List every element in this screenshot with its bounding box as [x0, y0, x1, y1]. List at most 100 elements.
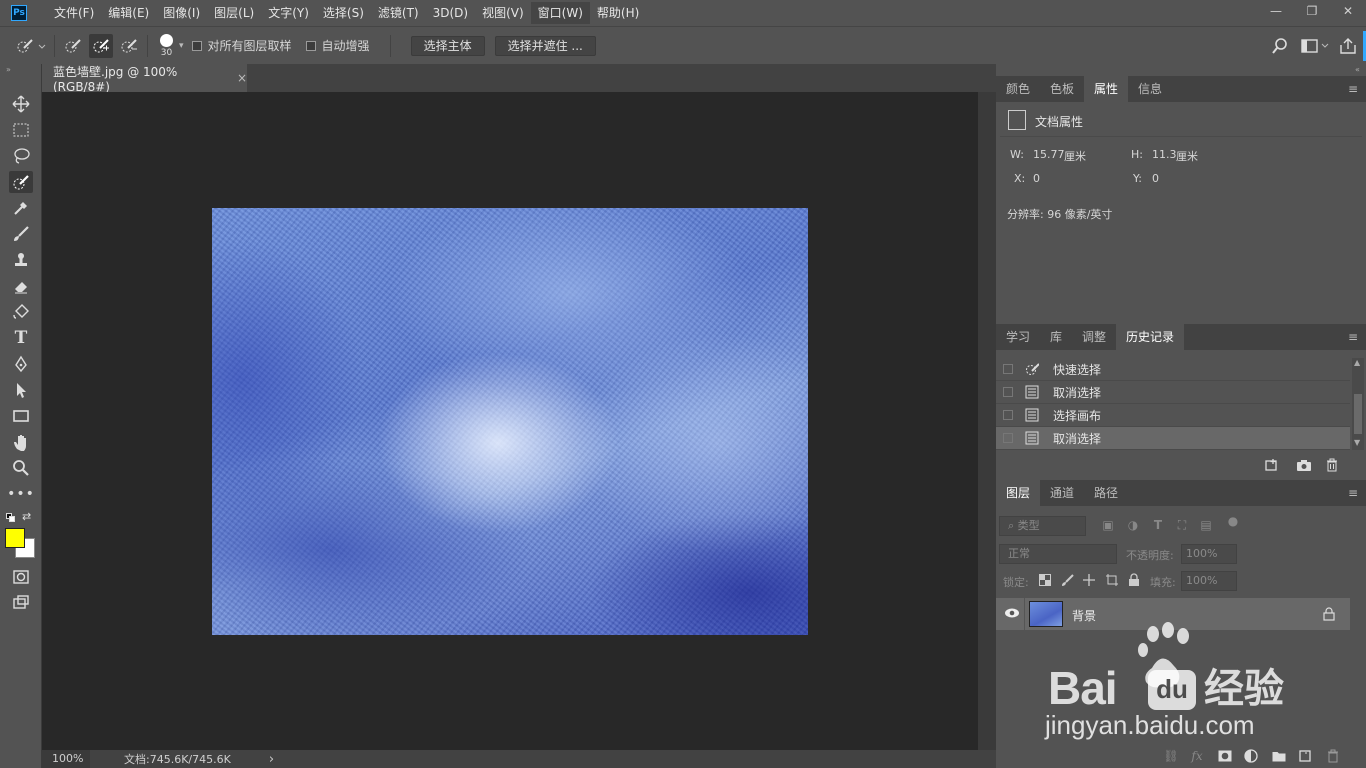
lock-position-icon[interactable]	[1080, 571, 1098, 589]
new-selection-icon[interactable]	[61, 34, 85, 58]
tab-properties[interactable]: 属性	[1084, 76, 1129, 102]
type-tool-icon[interactable]: T	[9, 327, 33, 349]
new-layer-icon[interactable]	[1296, 747, 1314, 765]
minimize-button[interactable]: —	[1258, 0, 1294, 22]
share-icon[interactable]	[1336, 34, 1360, 58]
history-scrollbar[interactable]: ▲ ▼	[1352, 358, 1364, 450]
width-value[interactable]: 15.77	[1033, 148, 1065, 161]
workspace-icon[interactable]	[1300, 34, 1332, 58]
scroll-down-icon[interactable]: ▼	[1354, 438, 1360, 447]
document-tab[interactable]: 蓝色墙壁.jpg @ 100%(RGB/8#) ×	[42, 64, 247, 94]
subtract-from-selection-icon[interactable]	[117, 34, 141, 58]
brush-tool-icon[interactable]	[9, 223, 33, 245]
eye-icon[interactable]	[1004, 606, 1020, 623]
tab-color[interactable]: 颜色	[996, 76, 1040, 102]
delete-layer-icon[interactable]	[1324, 747, 1342, 765]
menu-filter[interactable]: 滤镜(T)	[371, 2, 426, 24]
lasso-tool-icon[interactable]	[9, 145, 33, 167]
shape-filter-icon[interactable]: ⛶	[1173, 516, 1191, 534]
menu-3d[interactable]: 3D(D)	[426, 2, 475, 24]
adjustment-filter-icon[interactable]: ◑	[1124, 516, 1142, 534]
history-item[interactable]: 选择画布	[996, 404, 1350, 427]
menu-file[interactable]: 文件(F)	[47, 2, 101, 24]
tab-swatches[interactable]: 色板	[1040, 76, 1084, 102]
menu-edit[interactable]: 编辑(E)	[101, 2, 156, 24]
scroll-up-icon[interactable]: ▲	[1354, 358, 1360, 367]
eraser-tool-icon[interactable]	[9, 275, 33, 297]
close-button[interactable]: ✕	[1330, 0, 1366, 22]
quick-select-tool-icon[interactable]	[9, 171, 33, 193]
brush-size-picker[interactable]: 30 ▾	[160, 33, 184, 58]
tab-libraries[interactable]: 库	[1040, 324, 1072, 350]
eyedropper-tool-icon[interactable]	[9, 197, 33, 219]
layer-name[interactable]: 背景	[1072, 607, 1096, 624]
layer-filter-select[interactable]: ⌕ 类型	[999, 516, 1086, 536]
swap-colors-icon[interactable]: ⇄	[22, 510, 31, 523]
tab-paths[interactable]: 路径	[1084, 480, 1128, 506]
collapse-dock-icon[interactable]: «	[1355, 65, 1360, 74]
layer-thumbnail[interactable]	[1029, 601, 1063, 627]
stamp-tool-icon[interactable]	[9, 249, 33, 271]
restore-button[interactable]: ❐	[1294, 0, 1330, 22]
menu-image[interactable]: 图像(I)	[156, 2, 207, 24]
fill-field[interactable]: 100%	[1181, 571, 1237, 591]
add-mask-icon[interactable]	[1216, 747, 1234, 765]
move-tool-icon[interactable]	[9, 93, 33, 115]
zoom-level[interactable]: 100%	[42, 750, 90, 768]
rectangle-tool-icon[interactable]	[9, 405, 33, 427]
pen-tool-icon[interactable]	[9, 353, 33, 375]
camera-icon[interactable]	[1295, 456, 1313, 474]
history-snapshot-checkbox[interactable]	[1003, 410, 1013, 420]
history-snapshot-checkbox[interactable]	[1003, 387, 1013, 397]
close-icon[interactable]: ×	[237, 71, 247, 85]
tab-layers[interactable]: 图层	[996, 480, 1041, 506]
lock-image-icon[interactable]	[1059, 571, 1077, 589]
pixel-filter-icon[interactable]: ▣	[1099, 516, 1117, 534]
layers-scrollbar[interactable]	[1352, 598, 1364, 738]
auto-enhance-checkbox[interactable]: 自动增强	[305, 37, 370, 54]
paint-bucket-tool-icon[interactable]	[9, 301, 33, 323]
zoom-tool-icon[interactable]	[9, 457, 33, 479]
fx-icon[interactable]: fx	[1188, 747, 1206, 765]
scroll-thumb[interactable]	[1354, 394, 1362, 434]
select-subject-button[interactable]: 选择主体	[410, 35, 485, 56]
history-item[interactable]: 取消选择	[996, 381, 1350, 404]
screen-mode-icon[interactable]	[9, 592, 33, 614]
y-value[interactable]: 0	[1152, 172, 1159, 185]
menu-help[interactable]: 帮助(H)	[590, 2, 646, 24]
menu-type[interactable]: 文字(Y)	[261, 2, 316, 24]
trash-icon[interactable]	[1323, 456, 1341, 474]
tab-adjustments[interactable]: 调整	[1072, 324, 1116, 350]
x-value[interactable]: 0	[1033, 172, 1040, 185]
menu-view[interactable]: 视图(V)	[475, 2, 531, 24]
status-menu-arrow[interactable]: ›	[269, 752, 274, 767]
panel-menu-icon[interactable]: ≡	[1348, 82, 1358, 96]
history-snapshot-checkbox[interactable]	[1003, 364, 1013, 374]
foreground-color-swatch[interactable]	[5, 528, 25, 548]
adjustment-layer-icon[interactable]	[1242, 747, 1260, 765]
history-snapshot-checkbox[interactable]	[1003, 433, 1013, 443]
marquee-tool-icon[interactable]	[9, 119, 33, 141]
more-tools-icon[interactable]: •••	[7, 483, 34, 505]
lock-artboard-icon[interactable]	[1103, 571, 1121, 589]
add-to-selection-icon[interactable]	[89, 33, 113, 58]
tool-preset-picker[interactable]	[14, 34, 48, 58]
smart-object-filter-icon[interactable]: ▤	[1197, 516, 1215, 534]
lock-transparent-icon[interactable]	[1036, 571, 1054, 589]
layer-row[interactable]: 背景	[996, 598, 1350, 630]
panel-menu-icon[interactable]: ≡	[1348, 330, 1358, 344]
collapse-toolbar-icon[interactable]: »	[6, 65, 11, 74]
new-document-from-state-icon[interactable]	[1263, 456, 1281, 474]
default-colors-icon[interactable]	[6, 513, 16, 523]
path-selection-tool-icon[interactable]	[9, 379, 33, 401]
filter-toggle-icon[interactable]: ●	[1224, 512, 1242, 530]
history-item[interactable]: 取消选择	[996, 427, 1350, 450]
history-item[interactable]: 快速选择	[996, 358, 1350, 381]
tab-learn[interactable]: 学习	[996, 324, 1040, 350]
folder-icon[interactable]	[1270, 747, 1288, 765]
search-icon[interactable]	[1268, 34, 1292, 58]
canvas-image[interactable]	[212, 208, 808, 635]
menu-select[interactable]: 选择(S)	[316, 2, 371, 24]
type-filter-icon[interactable]: T	[1149, 516, 1167, 534]
opacity-field[interactable]: 100%	[1181, 544, 1237, 564]
